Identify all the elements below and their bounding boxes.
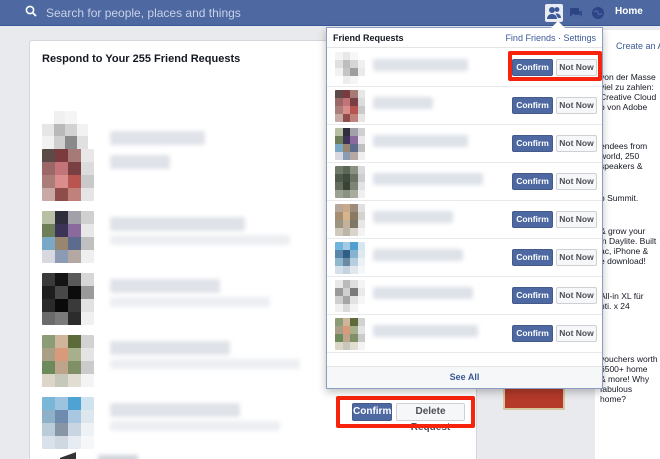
ad-text[interactable]: von der Masse viel zu zahlen: Creative C… — [600, 72, 656, 112]
messages-icon[interactable] — [567, 4, 585, 22]
avatar[interactable] — [335, 280, 365, 312]
partial-avatar — [60, 452, 76, 459]
find-friends-link[interactable]: Find Friends — [505, 33, 555, 43]
create-ad-link[interactable]: Create an Ad — [616, 41, 660, 51]
confirm-button[interactable]: Confirm — [512, 97, 553, 114]
request-name[interactable] — [373, 97, 433, 109]
confirm-button[interactable]: Confirm — [512, 249, 553, 266]
request-name[interactable] — [98, 455, 138, 459]
friend-requests-dropdown: Friend Requests Find Friends · Settings … — [326, 21, 603, 389]
confirm-button[interactable]: Confirm — [512, 135, 553, 152]
avatar[interactable] — [42, 335, 94, 387]
avatar[interactable] — [335, 166, 365, 198]
dropdown-request-actions: Confirm Not Now — [512, 97, 597, 114]
not-now-button[interactable]: Not Now — [556, 325, 597, 342]
highlight-box — [336, 396, 475, 428]
request-name[interactable] — [110, 155, 170, 169]
avatar[interactable] — [335, 90, 365, 122]
avatar[interactable] — [42, 397, 94, 449]
request-name[interactable] — [373, 59, 468, 71]
request-name[interactable] — [110, 279, 220, 293]
confirm-button[interactable]: Confirm — [512, 211, 553, 228]
avatar[interactable] — [42, 149, 94, 201]
avatar[interactable] — [42, 273, 94, 325]
dropdown-request-row: Confirm Not Now — [327, 277, 602, 315]
not-now-button[interactable]: Not Now — [556, 135, 597, 152]
request-mutual-friends — [110, 421, 280, 431]
request-name[interactable] — [373, 135, 468, 147]
search-input[interactable]: Search for people, places and things — [46, 6, 241, 20]
not-now-button[interactable]: Not Now — [556, 211, 597, 228]
not-now-button[interactable]: Not Now — [556, 287, 597, 304]
avatar[interactable] — [335, 318, 365, 350]
dropdown-request-actions: Confirm Not Now — [512, 135, 597, 152]
request-name[interactable] — [373, 211, 453, 223]
dropdown-request-actions: Confirm Not Now — [512, 287, 597, 304]
settings-link[interactable]: Settings — [563, 33, 596, 43]
dropdown-request-actions: Confirm Not Now — [512, 211, 597, 228]
not-now-button[interactable]: Not Now — [556, 173, 597, 190]
dropdown-header: Friend Requests Find Friends · Settings — [327, 28, 602, 48]
avatar[interactable] — [335, 128, 365, 160]
ad-text[interactable]: vouchers worth 6500+ home & more! Why fa… — [600, 354, 658, 404]
request-name[interactable] — [110, 403, 240, 417]
ad-text[interactable]: o Summit. — [600, 193, 638, 203]
dropdown-request-row: Confirm Not Now — [327, 125, 602, 163]
request-name[interactable] — [110, 341, 230, 355]
home-link[interactable]: Home — [615, 6, 643, 17]
request-name[interactable] — [110, 131, 205, 145]
request-name[interactable] — [373, 325, 478, 337]
search-icon[interactable] — [22, 4, 40, 22]
request-name[interactable] — [110, 217, 245, 231]
request-mutual-friends — [110, 297, 270, 307]
request-mutual-friends — [110, 235, 290, 245]
not-now-button[interactable]: Not Now — [556, 97, 597, 114]
ad-text[interactable]: All-in XL für nti. x 24 — [600, 291, 644, 311]
confirm-button[interactable]: Confirm — [512, 325, 553, 342]
confirm-button[interactable]: Confirm — [512, 287, 553, 304]
request-name[interactable] — [373, 249, 463, 261]
request-name[interactable] — [373, 287, 473, 299]
ad-text[interactable]: endees from world, 250 speakers & — [600, 141, 647, 171]
dropdown-links: Find Friends · Settings — [505, 33, 596, 43]
dropdown-request-actions: Confirm Not Now — [512, 173, 597, 190]
avatar[interactable] — [42, 211, 94, 263]
dropdown-request-row: Confirm Not Now — [327, 239, 602, 277]
request-name[interactable] — [373, 173, 483, 185]
panel-title: Respond to Your 255 Friend Requests — [42, 53, 241, 65]
request-mutual-friends — [110, 359, 300, 369]
avatar[interactable] — [335, 242, 365, 274]
avatar[interactable] — [335, 204, 365, 236]
notifications-icon[interactable] — [589, 4, 607, 22]
dropdown-request-row: Confirm Not Now — [327, 201, 602, 239]
highlight-box — [508, 51, 602, 81]
dropdown-request-actions: Confirm Not Now — [512, 325, 597, 342]
dropdown-request-row: Confirm Not Now — [327, 315, 602, 353]
confirm-button[interactable]: Confirm — [512, 173, 553, 190]
dropdown-caret — [551, 21, 565, 28]
see-all-link[interactable]: See All — [327, 372, 602, 382]
avatar[interactable] — [335, 52, 365, 84]
dropdown-request-row: Confirm Not Now — [327, 163, 602, 201]
dropdown-request-actions: Confirm Not Now — [512, 249, 597, 266]
search-bar[interactable]: Search for people, places and things — [22, 3, 502, 23]
dropdown-title: Friend Requests — [333, 33, 404, 43]
not-now-button[interactable]: Not Now — [556, 249, 597, 266]
dropdown-footer: See All — [327, 366, 602, 388]
ad-text[interactable]: & grow your in Daylite. Built ac, iPhone… — [600, 226, 656, 266]
dropdown-request-row: Confirm Not Now — [327, 87, 602, 125]
friend-requests-icon[interactable] — [545, 4, 563, 22]
